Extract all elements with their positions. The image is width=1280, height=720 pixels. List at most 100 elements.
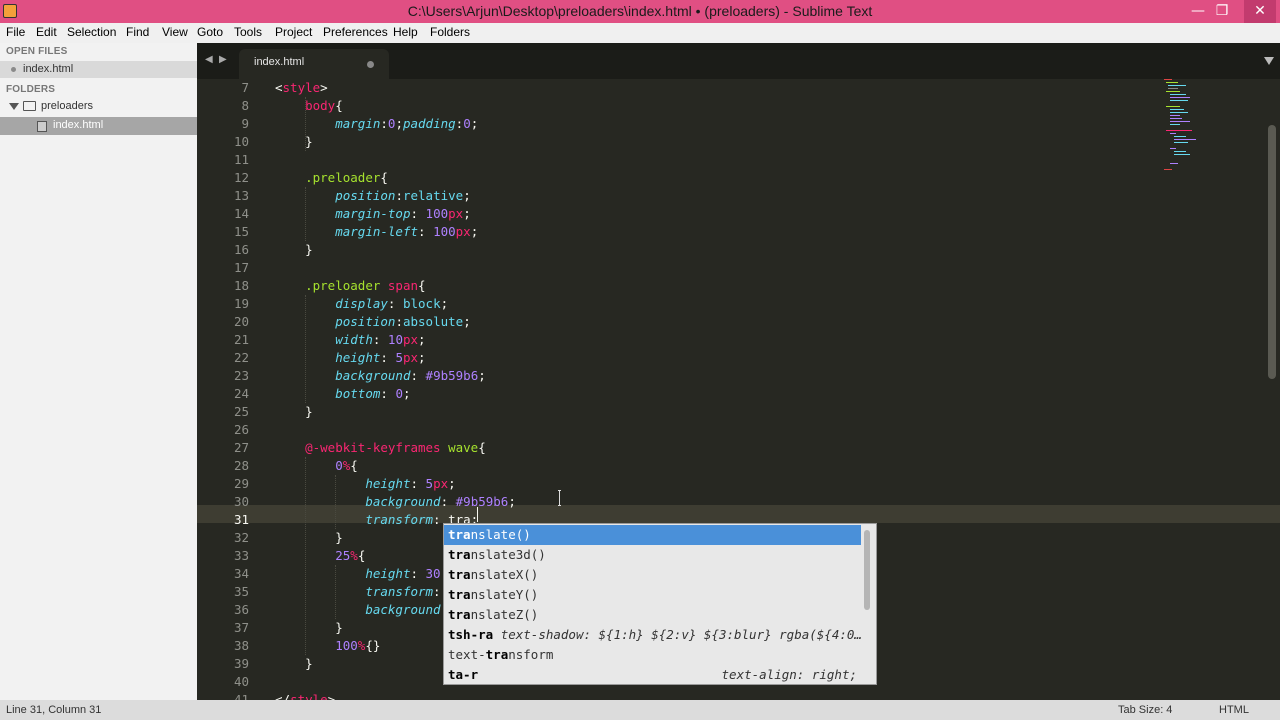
menu-edit[interactable]: Edit <box>36 25 57 39</box>
line-number: 29 <box>233 476 249 491</box>
code-line-21: width: 10px; <box>335 332 426 347</box>
syntax-selector[interactable]: HTML <box>1219 704 1249 716</box>
tab-list-dropdown-icon[interactable] <box>1264 57 1274 65</box>
folder-file-label: index.html <box>53 119 104 131</box>
line-number: 39 <box>233 656 249 671</box>
menu-file[interactable]: File <box>6 25 25 39</box>
line-number: 30 <box>233 494 249 509</box>
line-number: 41 <box>233 692 249 700</box>
tab-label: index.html <box>254 56 305 68</box>
open-files-heading: OPEN FILES <box>6 46 68 57</box>
line-number: 20 <box>233 314 249 329</box>
tab-forward-icon[interactable]: ▶ <box>219 54 227 65</box>
minimap[interactable] <box>1160 79 1280 179</box>
line-number: 15 <box>233 224 249 239</box>
line-number: 9 <box>241 116 249 131</box>
editor-scrollbar[interactable] <box>1268 125 1276 379</box>
menu-view[interactable]: View <box>162 25 188 39</box>
sidebar-folder-file[interactable]: index.html <box>0 117 197 135</box>
code-line-10: } <box>305 134 313 149</box>
code-line-36: background <box>365 602 441 617</box>
menu-find[interactable]: Find <box>126 25 149 39</box>
code-line-20: position:absolute; <box>335 314 471 329</box>
code-line-24: bottom: 0; <box>335 386 411 401</box>
tab-size-selector[interactable]: Tab Size: 4 <box>1118 704 1172 716</box>
folders-heading: FOLDERS <box>6 84 56 95</box>
folder-icon <box>23 101 36 111</box>
menu-selection[interactable]: Selection <box>67 25 116 39</box>
line-number: 10 <box>233 134 249 149</box>
menu-tools[interactable]: Tools <box>234 25 262 39</box>
line-number: 17 <box>233 260 249 275</box>
status-bar: Line 31, Column 31 Tab Size: 4 HTML <box>0 700 1280 720</box>
close-button[interactable]: ✕ <box>1244 0 1276 23</box>
file-icon <box>37 121 47 132</box>
autocomplete-item[interactable]: tsh-ra text-shadow: ${1:h} ${2:v} ${3:bl… <box>444 625 862 645</box>
code-line-39: } <box>305 656 313 671</box>
menu-goto[interactable]: Goto <box>197 25 223 39</box>
code-line-12: .preloader{ <box>305 170 388 185</box>
folder-label: preloaders <box>41 100 93 112</box>
code-line-9: margin:0;padding:0; <box>335 116 479 131</box>
line-number: 12 <box>233 170 249 185</box>
code-line-23: background: #9b59b6; <box>335 368 486 383</box>
title-bar: C:\Users\Arjun\Desktop\preloaders\index.… <box>0 0 1280 23</box>
close-dot-icon[interactable] <box>11 67 16 72</box>
restore-button[interactable]: ❐ <box>1207 0 1237 23</box>
code-line-38: 100%{} <box>335 638 381 653</box>
line-number: 11 <box>233 152 249 167</box>
open-file-label: index.html <box>23 63 74 75</box>
autocomplete-item[interactable]: translate() <box>444 525 861 545</box>
line-number: 35 <box>233 584 249 599</box>
unsaved-dot-icon[interactable] <box>367 61 374 68</box>
code-line-29: height: 5px; <box>365 476 456 491</box>
line-number: 26 <box>233 422 249 437</box>
line-number: 16 <box>233 242 249 257</box>
line-number: 28 <box>233 458 249 473</box>
code-line-32: } <box>335 530 343 545</box>
autocomplete-item[interactable]: translateY() <box>444 585 861 605</box>
code-line-30: background: #9b59b6; <box>365 494 516 509</box>
autocomplete-item[interactable]: ta-r text-align: right; <box>444 665 861 685</box>
autocomplete-popup[interactable]: translate() translate3d() translateX() t… <box>443 523 877 685</box>
line-number: 22 <box>233 350 249 365</box>
code-line-41: </style> <box>275 692 336 700</box>
window-title: C:\Users\Arjun\Desktop\preloaders\index.… <box>407 3 873 19</box>
code-line-13: position:relative; <box>335 188 471 203</box>
line-number: 34 <box>233 566 249 581</box>
line-number: 37 <box>233 620 249 635</box>
code-line-37: } <box>335 620 343 635</box>
code-line-28: 0%{ <box>335 458 358 473</box>
line-number: 32 <box>233 530 249 545</box>
line-number: 18 <box>233 278 249 293</box>
expand-arrow-icon[interactable] <box>9 103 19 110</box>
line-number: 36 <box>233 602 249 617</box>
autocomplete-item[interactable]: text-transform <box>444 645 861 665</box>
tab-back-icon[interactable]: ◀ <box>205 54 213 65</box>
menu-bar: File Edit Selection Find View Goto Tools… <box>0 23 1280 43</box>
menu-folders[interactable]: Folders <box>430 25 470 39</box>
line-number: 8 <box>241 98 249 113</box>
code-line-19: display: block; <box>335 296 449 311</box>
line-number: 27 <box>233 440 249 455</box>
sidebar-folder-preloaders[interactable]: preloaders <box>0 98 197 116</box>
line-number: 19 <box>233 296 249 311</box>
code-line-22: height: 5px; <box>335 350 426 365</box>
menu-preferences[interactable]: Preferences <box>323 25 388 39</box>
tab-index-html[interactable]: index.html <box>239 49 389 79</box>
line-number: 7 <box>241 80 249 95</box>
sidebar-open-file[interactable]: index.html <box>0 61 197 78</box>
autocomplete-item[interactable]: translate3d() <box>444 545 861 565</box>
code-line-33: 25%{ <box>335 548 366 563</box>
autocomplete-item[interactable]: translateZ() <box>444 605 861 625</box>
menu-help[interactable]: Help <box>393 25 418 39</box>
line-number: 24 <box>233 386 249 401</box>
code-line-8: body{ <box>305 98 343 113</box>
autocomplete-scrollbar[interactable] <box>864 530 870 610</box>
line-number: 33 <box>233 548 249 563</box>
menu-project[interactable]: Project <box>275 25 312 39</box>
code-line-14: margin-top: 100px; <box>335 206 471 221</box>
line-number-gutter: 7 8 9 10 11 12 13 14 15 16 17 18 19 20 21 22 23 24 25 26 27 2… <box>197 79 257 700</box>
autocomplete-item[interactable]: translateX() <box>444 565 861 585</box>
code-line-34: height: 30 <box>365 566 441 581</box>
